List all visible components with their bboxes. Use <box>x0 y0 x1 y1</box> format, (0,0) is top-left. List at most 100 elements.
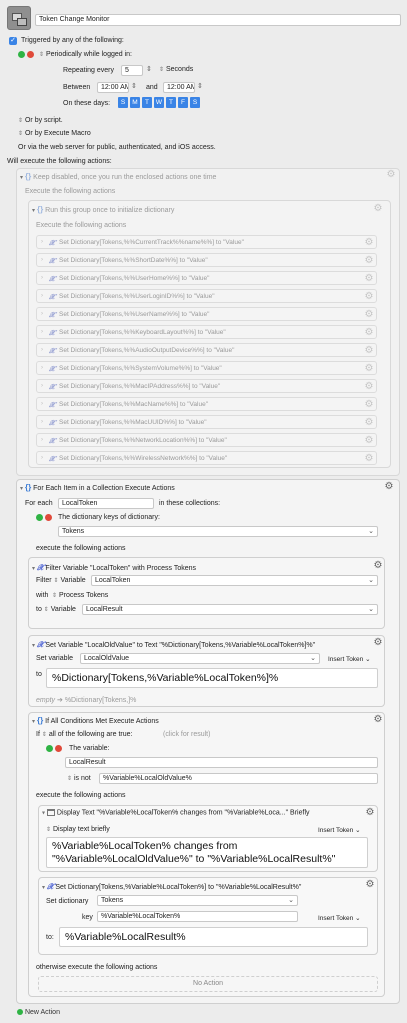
gear-icon[interactable]: ⚙ <box>364 292 374 302</box>
or-by-execute-popup[interactable]: ⇕ Or by Execute Macro <box>18 130 91 137</box>
set-dictionary-row[interactable]: › 𝓧 Set Dictionary[Tokens,%%UserLoginID%%]… <box>36 289 377 303</box>
disclosure-icon[interactable]: ▾ <box>42 885 45 891</box>
filter-variable-popup[interactable]: LocalToken ⌄ <box>91 575 378 586</box>
keep-disabled-header[interactable]: ▾ {} Keep disabled, once you run the enc… <box>20 172 216 181</box>
disclosure-icon[interactable]: › <box>41 293 43 299</box>
disclosure-icon[interactable]: › <box>41 401 43 407</box>
gear-icon[interactable]: ⚙ <box>365 880 375 890</box>
insert-token-button[interactable]: Insert Token ⌄ <box>318 914 361 922</box>
trigger-add-remove[interactable] <box>18 51 34 58</box>
set-dictionary-row[interactable]: › 𝓧 Set Dictionary[Tokens,%%CurrentTrack%%… <box>36 235 377 249</box>
disclosure-icon[interactable]: ▾ <box>42 810 45 816</box>
set-variable-popup[interactable]: LocalOldValue ⌄ <box>80 653 320 664</box>
end-time-stepper[interactable]: ⇕ <box>197 82 203 90</box>
collection-type-label[interactable]: The dictionary keys of dictionary: <box>58 514 160 521</box>
macro-name-field[interactable]: Token Change Monitor <box>35 14 401 26</box>
insert-token-button[interactable]: Insert Token ⌄ <box>328 655 371 663</box>
remove-condition-icon[interactable] <box>54 745 62 752</box>
disclosure-icon[interactable]: ▾ <box>32 719 35 725</box>
day-monday[interactable]: M <box>130 97 140 108</box>
gear-icon[interactable]: ⚙ <box>364 256 374 266</box>
set-dictionary-row[interactable]: › 𝓧 Set Dictionary[Tokens,%%ShortDate%%] t… <box>36 253 377 267</box>
gear-icon[interactable]: ⚙ <box>364 418 374 428</box>
gear-icon[interactable]: ⚙ <box>364 364 374 374</box>
repeat-value-field[interactable]: 5 <box>121 65 143 76</box>
loop-variable-field[interactable]: LocalToken <box>58 498 154 509</box>
disclosure-icon[interactable]: ▾ <box>20 486 23 492</box>
set-dictionary-row[interactable]: › 𝓧 Set Dictionary[Tokens,%%UserName%%] to… <box>36 307 377 321</box>
gear-icon[interactable]: ⚙ <box>364 238 374 248</box>
repeat-stepper[interactable]: ⇕ <box>146 65 152 73</box>
set-dictionary-row[interactable]: › 𝓧 Set Dictionary[Tokens,%%MacName%%] to … <box>36 397 377 411</box>
day-saturday[interactable]: S <box>190 97 200 108</box>
disclosure-icon[interactable]: › <box>41 329 43 335</box>
disclosure-icon[interactable]: › <box>41 365 43 371</box>
display-text-field[interactable]: %Variable%LocalToken% changes from "%Var… <box>46 837 368 868</box>
gear-icon[interactable]: ⚙ <box>373 561 383 571</box>
gear-icon[interactable]: ⚙ <box>364 328 374 338</box>
new-action-button[interactable]: New Action <box>17 1009 60 1016</box>
disclosure-icon[interactable]: › <box>41 455 43 461</box>
disclosure-icon[interactable]: ▾ <box>32 643 35 649</box>
day-thursday[interactable]: T <box>166 97 176 108</box>
gear-icon[interactable]: ⚙ <box>364 454 374 464</box>
disclosure-icon[interactable]: › <box>41 437 43 443</box>
gear-icon[interactable]: ⚙ <box>373 638 383 648</box>
gear-icon[interactable]: ⚙ <box>364 346 374 356</box>
condition-variable-field[interactable]: LocalResult <box>65 757 378 768</box>
set-dictionary-row[interactable]: › 𝓧 Set Dictionary[Tokens,%%NetworkLocatio… <box>36 433 377 447</box>
for-each-header[interactable]: ▾ {} For Each Item in a Collection Execu… <box>20 483 175 492</box>
gear-icon[interactable]: ⚙ <box>386 170 396 180</box>
set-dictionary-row[interactable]: › 𝓧 Set Dictionary[Tokens,%%UserHome%%] to… <box>36 271 377 285</box>
gear-icon[interactable]: ⚙ <box>364 382 374 392</box>
gear-icon[interactable]: ⚙ <box>364 400 374 410</box>
remove-trigger-icon[interactable] <box>26 51 34 58</box>
gear-icon[interactable]: ⚙ <box>373 715 383 725</box>
disclosure-icon[interactable]: ▾ <box>32 566 35 572</box>
if-all-header[interactable]: ▾ {} If All Conditions Met Execute Actio… <box>32 716 159 725</box>
display-mode-popup[interactable]: ⇕ Display text briefly <box>46 826 110 833</box>
set-dictionary-value-field[interactable]: %Variable%LocalResult% <box>59 927 368 947</box>
click-for-result[interactable]: (click for result) <box>163 731 210 738</box>
filter-header[interactable]: ▾ 𝓧 Filter Variable "LocalToken" with Pr… <box>32 562 196 573</box>
set-dictionary-popup[interactable]: Tokens ⌄ <box>97 895 298 906</box>
disclosure-icon[interactable]: › <box>41 311 43 317</box>
or-by-script-popup[interactable]: ⇕ Or by script. <box>18 117 63 124</box>
operator-popup[interactable]: ⇕ is not <box>67 775 91 782</box>
disclosure-icon[interactable]: › <box>41 347 43 353</box>
start-time-stepper[interactable]: ⇕ <box>131 82 137 90</box>
disclosure-icon[interactable]: › <box>41 275 43 281</box>
add-condition-icon[interactable] <box>46 745 53 752</box>
day-sunday[interactable]: S <box>118 97 128 108</box>
start-time-field[interactable]: 12:00 AM <box>97 82 129 93</box>
periodic-trigger-popup[interactable]: ⇕ Periodically while logged in: <box>39 51 132 58</box>
set-dictionary-row[interactable]: › 𝓧 Set Dictionary[Tokens,%%WirelessNetwor… <box>36 451 377 465</box>
insert-token-button[interactable]: Insert Token ⌄ <box>318 826 361 834</box>
add-collection-icon[interactable] <box>36 514 43 521</box>
key-field[interactable]: %Variable%LocalToken% <box>97 911 298 922</box>
gear-icon[interactable]: ⚙ <box>373 204 383 214</box>
collection-add-remove[interactable] <box>36 514 52 521</box>
gear-icon[interactable]: ⚙ <box>364 274 374 284</box>
compare-value-field[interactable]: %Variable%LocalOldValue% <box>99 773 378 784</box>
gear-icon[interactable]: ⚙ <box>384 482 394 492</box>
gear-icon[interactable]: ⚙ <box>365 808 375 818</box>
day-friday[interactable]: F <box>178 97 188 108</box>
disclosure-icon[interactable]: › <box>41 383 43 389</box>
repeat-unit-popup[interactable]: ⇕ Seconds <box>159 66 193 73</box>
day-tuesday[interactable]: T <box>142 97 152 108</box>
if-mode-popup[interactable]: If ⇕ all of the following are true: <box>36 731 133 738</box>
process-popup[interactable]: ⇕ Process Tokens <box>52 592 108 599</box>
set-dictionary-row[interactable]: › 𝓧 Set Dictionary[Tokens,%%MacUUID%%] to … <box>36 415 377 429</box>
gear-icon[interactable]: ⚙ <box>364 436 374 446</box>
triggered-checkbox[interactable]: ✓ <box>9 37 17 45</box>
set-dictionary-row[interactable]: › 𝓧 Set Dictionary[Tokens,%%MacIPAddress%%… <box>36 379 377 393</box>
set-variable-header[interactable]: ▾ 𝓧 Set Variable "LocalOldValue" to Text… <box>32 639 367 650</box>
set-dictionary-row[interactable]: › 𝓧 Set Dictionary[Tokens,%%SystemVolume%%… <box>36 361 377 375</box>
run-once-header[interactable]: ▾ {} Run this group once to initialize d… <box>32 205 174 214</box>
end-time-field[interactable]: 12:00 AM <box>163 82 195 93</box>
disclosure-icon[interactable]: › <box>41 419 43 425</box>
display-text-header[interactable]: ▾ Display Text "%Variable%LocalToken% ch… <box>42 809 362 816</box>
disclosure-icon[interactable]: › <box>41 239 43 245</box>
disclosure-icon[interactable]: ▾ <box>32 208 35 214</box>
